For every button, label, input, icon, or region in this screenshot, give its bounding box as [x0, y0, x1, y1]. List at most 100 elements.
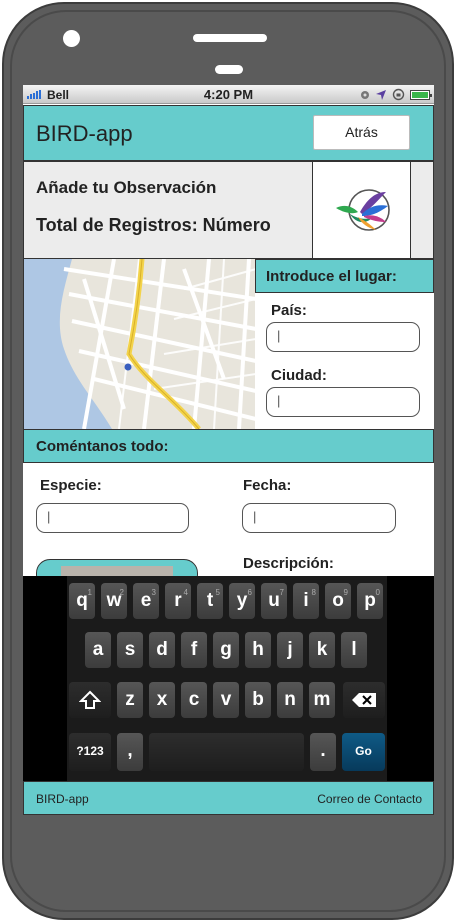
date-label: Fecha:	[243, 477, 292, 494]
country-input[interactable]: |	[266, 322, 420, 352]
phone-screen: Bell 4:20 PM BIRD-app Atrás Añade tu Obs…	[23, 85, 434, 815]
battery-icon	[410, 89, 432, 100]
front-camera	[63, 30, 80, 47]
shift-arrow-icon	[78, 690, 102, 709]
key-hint: 3	[151, 588, 156, 597]
key-hint: 6	[247, 588, 252, 597]
symbols-key[interactable]: ?123	[69, 733, 111, 771]
key-label: n	[284, 689, 296, 710]
key-label: j	[287, 639, 293, 660]
key-label: v	[220, 689, 232, 710]
key-label: c	[188, 689, 200, 710]
key-hint: 1	[87, 588, 92, 597]
backspace-icon	[352, 692, 376, 707]
key-label: r	[174, 590, 182, 611]
bird-logo-icon	[336, 189, 390, 231]
keyboard-panel: q1w2e3r4t5y6u7i8o9p0 asdfghjkl zxcvbnm ?…	[67, 576, 387, 781]
key-label: d	[156, 639, 168, 660]
key-q[interactable]: q1	[69, 583, 95, 619]
key-j[interactable]: j	[277, 632, 303, 668]
key-z[interactable]: z	[117, 682, 143, 718]
location-arrow-icon	[376, 89, 386, 100]
space-key[interactable]	[149, 733, 304, 771]
species-input[interactable]: |	[36, 503, 189, 533]
app-title: BIRD-app	[36, 121, 133, 146]
date-input[interactable]: |	[242, 503, 396, 533]
onscreen-keyboard: q1w2e3r4t5y6u7i8o9p0 asdfghjkl zxcvbnm ?…	[23, 576, 434, 781]
key-w[interactable]: w2	[101, 583, 127, 619]
period-key[interactable]: .	[310, 733, 336, 771]
comment-header: Coméntanos todo:	[23, 429, 434, 463]
key-m[interactable]: m	[309, 682, 335, 718]
key-label: k	[316, 639, 328, 660]
logo-container	[312, 162, 411, 258]
key-p[interactable]: p0	[357, 583, 383, 619]
sync-icon	[361, 90, 369, 99]
key-label: u	[268, 590, 280, 611]
key-label: b	[252, 689, 264, 710]
earpiece-speaker	[193, 34, 267, 42]
key-s[interactable]: s	[117, 632, 143, 668]
key-label: p	[364, 590, 376, 611]
city-label: Ciudad:	[271, 367, 327, 384]
key-label: g	[220, 639, 232, 660]
key-x[interactable]: x	[149, 682, 175, 718]
key-label: m	[313, 689, 331, 710]
species-label: Especie:	[40, 477, 102, 494]
key-label: q	[76, 590, 88, 611]
description-label: Descripción:	[243, 555, 334, 572]
key-label: y	[236, 590, 248, 611]
key-l[interactable]: l	[341, 632, 367, 668]
key-label: t	[206, 590, 214, 611]
status-bar: Bell 4:20 PM	[23, 85, 434, 104]
key-hint: 5	[215, 588, 220, 597]
key-hint: 8	[311, 588, 316, 597]
key-v[interactable]: v	[213, 682, 239, 718]
footer-app-name: BIRD-app	[36, 792, 89, 806]
key-label: x	[156, 689, 168, 710]
key-b[interactable]: b	[245, 682, 271, 718]
key-label: a	[92, 639, 104, 660]
key-label: i	[303, 590, 309, 611]
key-r[interactable]: r4	[165, 583, 191, 619]
key-label: h	[252, 639, 264, 660]
key-h[interactable]: h	[245, 632, 271, 668]
key-i[interactable]: i8	[293, 583, 319, 619]
key-hint: 4	[183, 588, 188, 597]
rotation-lock-icon	[392, 88, 405, 101]
shift-key[interactable]	[69, 682, 111, 718]
key-u[interactable]: u7	[261, 583, 287, 619]
key-n[interactable]: n	[277, 682, 303, 718]
key-hint: 7	[279, 588, 284, 597]
delete-key[interactable]	[343, 682, 385, 718]
observation-info: Añade tu Observación Total de Registros:…	[23, 161, 434, 259]
key-k[interactable]: k	[309, 632, 335, 668]
key-d[interactable]: d	[149, 632, 175, 668]
key-label: o	[332, 590, 344, 611]
city-input[interactable]: |	[266, 387, 420, 417]
add-observation-heading: Añade tu Observación	[36, 178, 217, 197]
country-label: País:	[271, 302, 307, 319]
key-label: z	[125, 689, 135, 710]
key-label: e	[140, 590, 152, 611]
key-e[interactable]: e3	[133, 583, 159, 619]
key-y[interactable]: y6	[229, 583, 255, 619]
key-t[interactable]: t5	[197, 583, 223, 619]
key-o[interactable]: o9	[325, 583, 351, 619]
key-label: l	[351, 639, 357, 660]
key-c[interactable]: c	[181, 682, 207, 718]
key-hint: 0	[375, 588, 380, 597]
contact-link[interactable]: Correo de Contacto	[317, 792, 422, 806]
back-button[interactable]: Atrás	[313, 115, 410, 150]
key-g[interactable]: g	[213, 632, 239, 668]
map-graphic	[24, 259, 255, 429]
key-f[interactable]: f	[181, 632, 207, 668]
total-records-text: Total de Registros: Número	[36, 215, 271, 235]
go-key[interactable]: Go	[342, 733, 385, 771]
key-label: f	[190, 639, 198, 660]
place-header: Introduce el lugar:	[255, 259, 434, 293]
key-a[interactable]: a	[85, 632, 111, 668]
map-view[interactable]	[23, 259, 255, 429]
key-hint: 2	[119, 588, 124, 597]
comma-key[interactable]: ,	[117, 733, 143, 771]
